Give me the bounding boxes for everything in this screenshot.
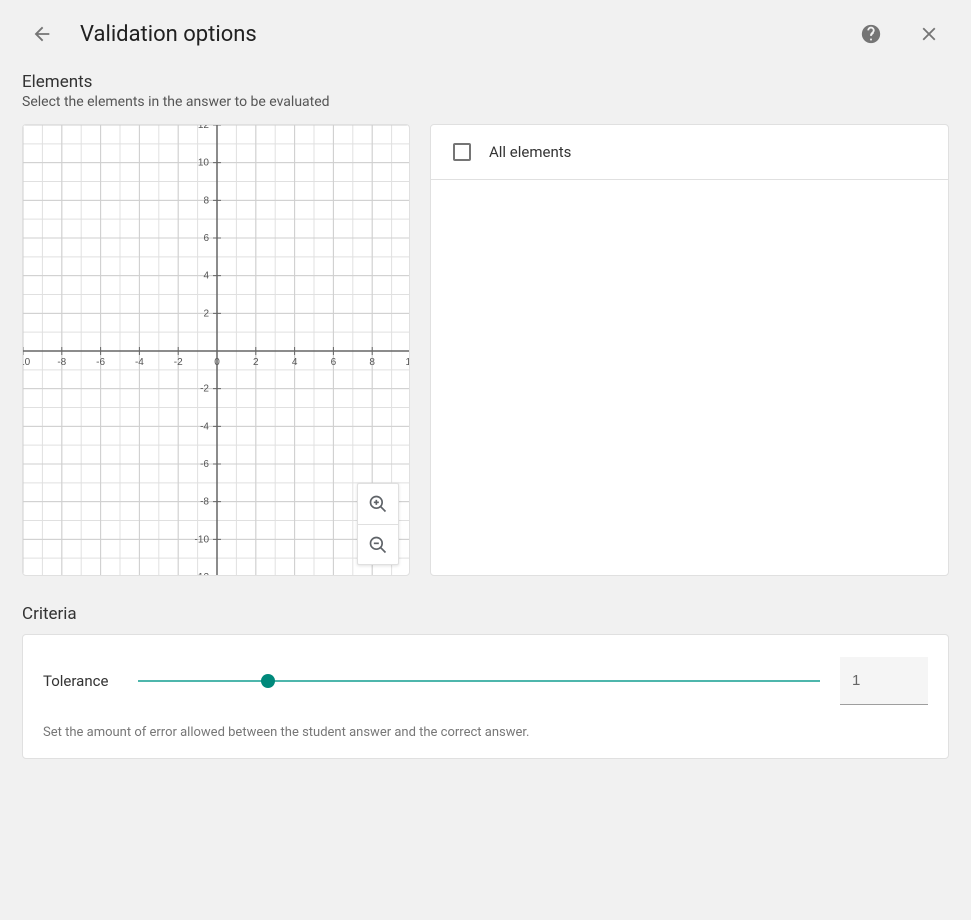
svg-text:8: 8: [369, 357, 375, 368]
zoom-in-button[interactable]: [358, 484, 398, 524]
svg-text:-10: -10: [23, 357, 31, 368]
tolerance-label: Tolerance: [43, 672, 118, 690]
slider-track: [138, 680, 820, 682]
arrow-left-icon: [31, 23, 53, 45]
coordinate-grid: -10 -8 -6 -4 -2 0 2 4 6 8 10 -12 -10 -8 -6 -4 -2 2 4 6 8 10 12: [23, 125, 409, 575]
close-button[interactable]: [909, 14, 949, 54]
all-elements-row[interactable]: All elements: [431, 125, 948, 180]
svg-text:2: 2: [203, 308, 209, 319]
elements-subheading: Select the elements in the answer to be …: [0, 94, 971, 124]
svg-text:-10: -10: [195, 534, 210, 545]
zoom-in-icon: [368, 494, 388, 514]
svg-text:12: 12: [198, 125, 210, 131]
all-elements-checkbox[interactable]: [453, 143, 471, 161]
svg-text:4: 4: [203, 271, 209, 282]
criteria-heading: Criteria: [0, 576, 971, 634]
dialog-header: Validation options: [0, 0, 971, 64]
svg-text:-4: -4: [200, 421, 209, 432]
svg-text:10: 10: [405, 357, 409, 368]
tolerance-row: Tolerance: [43, 657, 928, 705]
svg-text:10: 10: [198, 158, 210, 169]
svg-text:6: 6: [203, 233, 209, 244]
help-icon: [860, 23, 882, 45]
graph-card[interactable]: -10 -8 -6 -4 -2 0 2 4 6 8 10 -12 -10 -8 -6 -4 -2 2 4 6 8 10 12: [22, 124, 410, 576]
svg-text:-12: -12: [195, 572, 210, 575]
back-button[interactable]: [22, 14, 62, 54]
elements-heading: Elements: [0, 64, 971, 94]
tolerance-input[interactable]: [840, 657, 928, 705]
svg-text:8: 8: [203, 195, 209, 206]
svg-text:-8: -8: [57, 357, 66, 368]
zoom-out-button[interactable]: [358, 524, 398, 564]
all-elements-label: All elements: [489, 143, 571, 161]
tolerance-help: Set the amount of error allowed between …: [43, 725, 928, 740]
svg-text:0: 0: [214, 357, 220, 368]
tolerance-slider[interactable]: [138, 671, 820, 691]
elements-row: -10 -8 -6 -4 -2 0 2 4 6 8 10 -12 -10 -8 -6 -4 -2 2 4 6 8 10 12…: [0, 124, 971, 576]
close-icon: [918, 23, 940, 45]
zoom-out-icon: [368, 535, 388, 555]
elements-list: All elements: [430, 124, 949, 576]
svg-text:-6: -6: [96, 357, 105, 368]
svg-text:-2: -2: [200, 384, 209, 395]
svg-text:2: 2: [253, 357, 259, 368]
svg-text:-6: -6: [200, 459, 209, 470]
svg-text:-4: -4: [135, 357, 144, 368]
svg-text:4: 4: [292, 357, 298, 368]
zoom-controls: [357, 483, 399, 565]
criteria-card: Tolerance Set the amount of error allowe…: [22, 634, 949, 759]
svg-text:-8: -8: [200, 497, 209, 508]
dialog-title: Validation options: [80, 22, 833, 47]
help-button[interactable]: [851, 14, 891, 54]
svg-text:-2: -2: [174, 357, 183, 368]
slider-thumb[interactable]: [261, 674, 275, 688]
svg-text:6: 6: [331, 357, 337, 368]
